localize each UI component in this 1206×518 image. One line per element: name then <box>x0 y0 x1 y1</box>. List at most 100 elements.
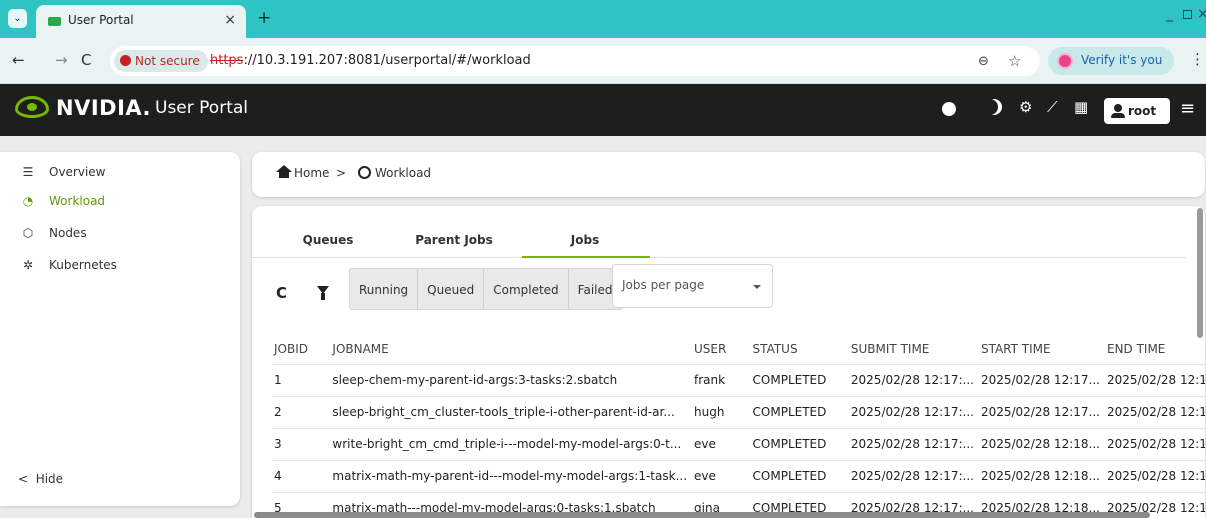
tab-title: User Portal <box>68 13 134 27</box>
cell-status: COMPLETED <box>750 396 849 429</box>
cell-user: eve <box>692 428 751 461</box>
sidebar-item-workload[interactable]: ◔ Workload <box>0 191 230 213</box>
tab-jobs[interactable]: Jobs <box>520 233 650 247</box>
brand-name: NVIDIA. <box>56 96 152 120</box>
sidebar-item-label: Nodes <box>49 226 87 240</box>
sidebar-item-overview[interactable]: ☰ Overview <box>0 162 230 184</box>
verify-label: Verify it's you <box>1081 53 1163 67</box>
header-user[interactable]: USER <box>692 334 751 365</box>
header-start-time[interactable]: START TIME <box>978 334 1105 365</box>
url-text[interactable]: https://10.3.191.207:8081/userportal/#/w… <box>210 53 531 68</box>
cell-jobid: 1 <box>272 364 331 397</box>
sidebar-item-label: Overview <box>49 165 106 179</box>
filter-completed-button[interactable]: Completed <box>484 269 569 309</box>
filter-running-button[interactable]: Running <box>350 269 419 309</box>
hamburger-menu-icon[interactable]: ≡ <box>1180 98 1195 119</box>
tab-search-icon[interactable]: ⌄ <box>8 9 27 28</box>
table-row[interactable]: 2 sleep-bright_cm_cluster-tools_triple-i… <box>272 396 1205 429</box>
new-tab-icon[interactable]: + <box>257 8 271 28</box>
reload-icon[interactable]: C <box>81 51 91 69</box>
table-row[interactable]: 1 sleep-chem-my-parent-id-args:3-tasks:2… <box>272 364 1205 397</box>
jobs-per-page-select[interactable]: Jobs per page <box>612 264 773 308</box>
table-row[interactable]: 4 matrix-math-my-parent-id---model-my-mo… <box>272 460 1205 493</box>
user-button[interactable]: root <box>1104 98 1170 124</box>
window-maximize-icon[interactable] <box>1183 10 1192 19</box>
tab-queues[interactable]: Queues <box>263 233 393 247</box>
tab-parent-jobs[interactable]: Parent Jobs <box>389 233 519 247</box>
table-header-row: JOBID JOBNAME USER STATUS SUBMIT TIME ST… <box>272 334 1205 365</box>
url-bar[interactable]: Not secure https://10.3.191.207:8081/use… <box>110 46 1040 76</box>
home-icon[interactable] <box>276 165 292 179</box>
sidebar-item-nodes[interactable]: ⬡ Nodes <box>0 223 230 245</box>
cell-user: eve <box>692 460 751 493</box>
not-secure-badge[interactable]: Not secure <box>114 50 208 72</box>
bookmark-star-icon[interactable]: ☆ <box>1008 52 1021 70</box>
workload-panel: Queues Parent Jobs Jobs C Running Queued… <box>252 206 1205 518</box>
calculator-icon[interactable]: ▦ <box>1074 98 1088 116</box>
app-title: User Portal <box>155 98 248 118</box>
back-icon[interactable]: ← <box>12 51 25 69</box>
browser-tab[interactable]: User Portal × <box>36 5 246 38</box>
url-path: ://10.3.191.207:8081/userportal/#/worklo… <box>243 53 531 68</box>
cell-user: frank <box>692 364 751 397</box>
header-submit-time[interactable]: SUBMIT TIME <box>848 334 979 365</box>
verify-button[interactable]: Verify it's you <box>1048 47 1174 75</box>
hide-label: Hide <box>35 472 64 486</box>
header-status[interactable]: STATUS <box>750 334 849 365</box>
tab-bar: Queues Parent Jobs Jobs <box>252 206 1187 258</box>
gauge-icon: ◔ <box>22 194 34 208</box>
jobs-table: JOBID JOBNAME USER STATUS SUBMIT TIME ST… <box>272 334 1205 518</box>
cell-end-time: 2025/02/28 12:18:4 <box>1104 364 1205 397</box>
cell-submit-time: 2025/02/28 12:17:... <box>848 364 979 397</box>
browser-menu-icon[interactable]: ⋮ <box>1190 50 1205 68</box>
window-close-icon[interactable]: × <box>1197 6 1206 22</box>
sidebar-item-label: Kubernetes <box>49 258 117 272</box>
not-secure-label: Not secure <box>135 54 200 68</box>
breadcrumb-separator: > <box>336 166 347 180</box>
chevron-left-icon: < <box>18 472 29 486</box>
header-jobname[interactable]: JOBNAME <box>330 334 693 365</box>
warning-icon <box>120 55 131 66</box>
cell-jobid: 3 <box>272 428 331 461</box>
workload-gauge-icon <box>358 166 371 179</box>
refresh-icon[interactable]: C <box>276 284 287 302</box>
hide-sidebar-button[interactable]: < Hide <box>18 472 63 486</box>
settings-gear-icon[interactable]: ⚙ <box>1019 98 1032 116</box>
monitoring-chart-icon[interactable]: ⟋ <box>1047 98 1058 116</box>
favicon-icon <box>48 17 61 26</box>
horizontal-scrollbar[interactable] <box>254 512 1150 518</box>
filter-icon[interactable] <box>317 286 329 300</box>
cell-submit-time: 2025/02/28 12:17:... <box>848 428 979 461</box>
cell-end-time: 2025/02/28 12:19:1 <box>1104 460 1205 493</box>
cell-jobname: matrix-math-my-parent-id---model-my-mode… <box>330 460 693 493</box>
header-jobid[interactable]: JOBID <box>272 334 331 365</box>
zoom-icon[interactable]: ⊖ <box>978 54 989 69</box>
cell-start-time: 2025/02/28 12:18... <box>978 460 1105 493</box>
filter-queued-button[interactable]: Queued <box>418 269 485 309</box>
header-end-time[interactable]: END TIME <box>1104 334 1205 365</box>
cell-end-time: 2025/02/28 12:19:4 <box>1104 428 1205 461</box>
active-tab-indicator <box>522 256 650 258</box>
forward-icon[interactable]: → <box>55 51 68 69</box>
cube-icon: ⬡ <box>22 226 34 240</box>
cell-status: COMPLETED <box>750 460 849 493</box>
theme-toggle[interactable] <box>942 102 968 116</box>
list-icon: ☰ <box>22 165 34 179</box>
cell-jobid: 2 <box>272 396 331 429</box>
jobs-per-page-label: Jobs per page <box>622 278 705 292</box>
cell-jobid: 4 <box>272 460 331 493</box>
breadcrumb: Home > Workload <box>252 152 1205 197</box>
breadcrumb-home[interactable]: Home <box>294 166 329 180</box>
window-minimize-icon[interactable]: _ <box>1166 6 1173 22</box>
cell-jobname: sleep-bright_cm_cluster-tools_triple-i-o… <box>330 396 693 429</box>
moon-icon[interactable] <box>982 99 998 115</box>
vertical-scrollbar[interactable] <box>1197 208 1203 338</box>
sidebar-item-kubernetes[interactable]: ✲ Kubernetes <box>0 255 230 277</box>
tab-close-icon[interactable]: × <box>224 12 236 28</box>
table-row[interactable]: 3 write-bright_cm_cmd_triple-i---model-m… <box>272 428 1205 461</box>
address-bar-row: ← → C Not secure https://10.3.191.207:80… <box>0 38 1206 84</box>
nvidia-logo-icon <box>15 96 49 118</box>
cell-start-time: 2025/02/28 12:17... <box>978 364 1105 397</box>
url-scheme: https <box>210 53 244 68</box>
cell-start-time: 2025/02/28 12:18... <box>978 428 1105 461</box>
